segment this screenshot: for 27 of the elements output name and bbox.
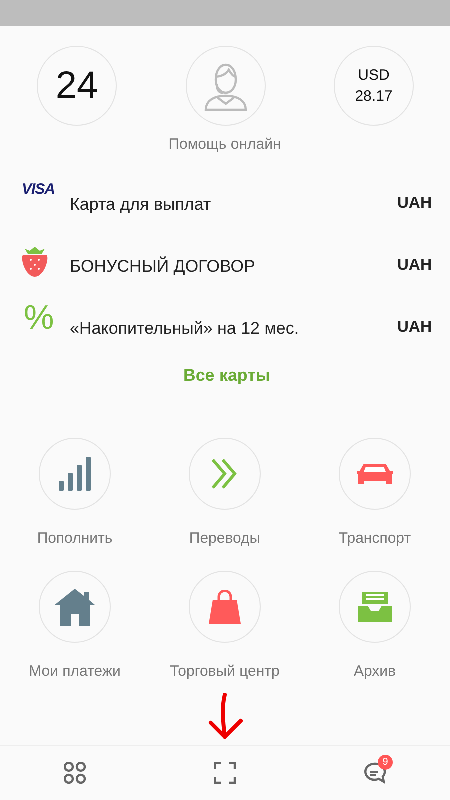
down-arrow-icon [207, 693, 243, 739]
notification-badge: 9 [378, 755, 393, 770]
service-label: Пополнить [37, 530, 113, 547]
car-icon [356, 462, 394, 486]
shopping-bag-icon [209, 590, 241, 624]
inbox-tray-icon [358, 592, 392, 622]
card-currency: UAH [397, 195, 432, 213]
scan-frame-icon [214, 762, 236, 784]
support-label: Помощь онлайн [168, 136, 282, 153]
percent-icon: % [24, 301, 54, 335]
service-label: Архив [354, 663, 396, 680]
service-label: Переводы [189, 530, 261, 547]
hotline-button[interactable]: 24 [37, 46, 117, 126]
card-name: Карта для выплат [70, 195, 212, 215]
card-name: «Накопительный» на 12 мес. [70, 319, 300, 339]
service-label: Торговый центр [170, 663, 280, 680]
card-currency: UAH [397, 257, 432, 275]
visa-logo: VISA [22, 181, 56, 198]
card-name: БОНУСНЫЙ ДОГОВОР [70, 257, 256, 277]
exchange-rate-button[interactable]: USD 28.17 [334, 46, 414, 126]
house-icon [55, 587, 95, 627]
service-label: Мои платежи [29, 663, 121, 680]
signal-bars-icon [59, 457, 91, 491]
service-label: Транспорт [338, 530, 412, 547]
card-currency: UAH [397, 319, 432, 337]
apps-grid-icon [64, 762, 86, 784]
double-chevron-icon [211, 458, 239, 490]
